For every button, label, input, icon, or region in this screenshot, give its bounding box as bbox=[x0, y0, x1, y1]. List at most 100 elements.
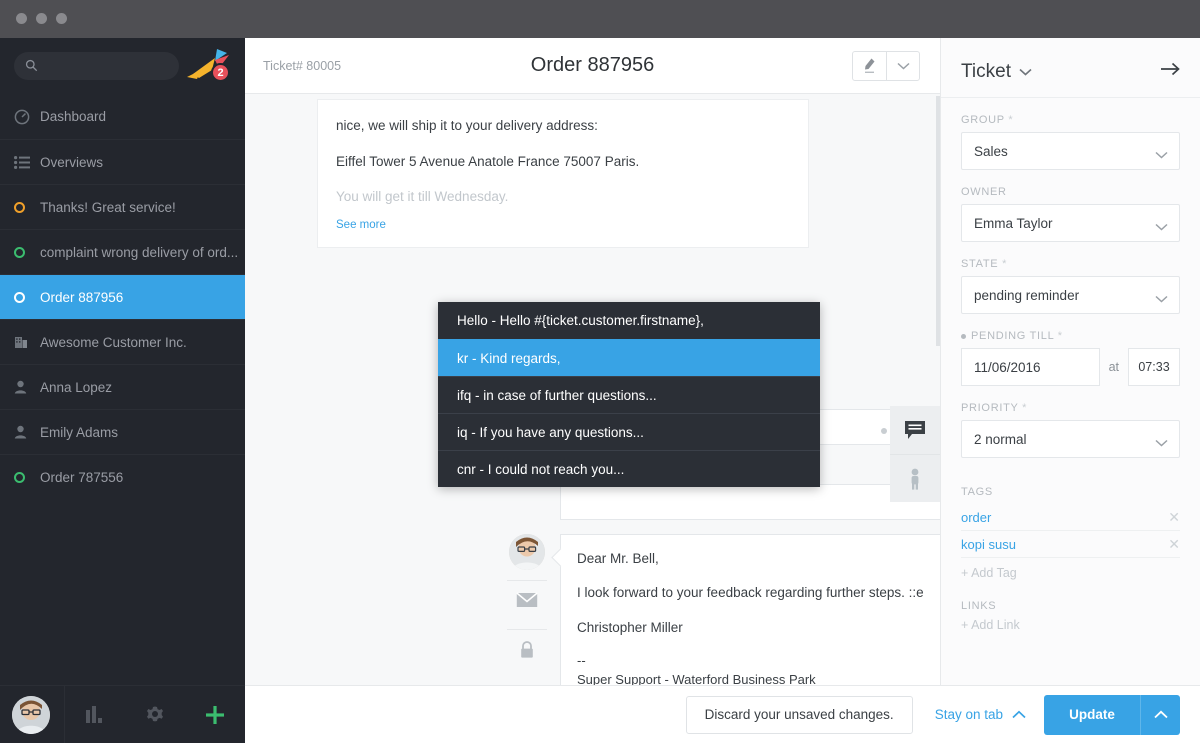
pending-till-time-input[interactable]: 07:33 bbox=[1128, 348, 1180, 386]
owner-value: Emma Taylor bbox=[974, 215, 1053, 231]
sidebar-item-user-anna-lopez[interactable]: Anna Lopez bbox=[0, 364, 245, 409]
discard-changes-button[interactable]: Discard your unsaved changes. bbox=[685, 695, 913, 734]
lock-icon[interactable] bbox=[507, 630, 547, 668]
avatar-photo bbox=[12, 695, 50, 734]
avatar[interactable] bbox=[12, 695, 50, 734]
priority-label-text: PRIORITY bbox=[961, 402, 1019, 414]
chevron-down-icon[interactable] bbox=[1019, 63, 1032, 81]
panel-body: GROUP * Sales OWNER Emma Taylor STATE * bbox=[941, 98, 1200, 632]
highlighter-icon[interactable] bbox=[853, 52, 886, 80]
article-bubble: nice, we will ship it to your delivery a… bbox=[317, 99, 809, 248]
chevron-up-icon bbox=[1012, 707, 1026, 722]
group-select[interactable]: Sales bbox=[961, 132, 1180, 170]
autocomplete-option-selected[interactable]: kr - Kind regards, bbox=[438, 339, 820, 376]
close-icon[interactable]: ✕ bbox=[1168, 509, 1180, 526]
notification-badge[interactable]: 2 bbox=[211, 63, 230, 82]
tag-label[interactable]: kopi susu bbox=[961, 537, 1016, 552]
unsaved-indicator-dot bbox=[881, 428, 887, 434]
left-sidebar: 2 Dashboard Overviews Thanks! Great serv… bbox=[0, 38, 245, 743]
stay-on-tab-label: Stay on tab bbox=[934, 707, 1003, 722]
pending-till-row: 11/06/2016 at 07:33 bbox=[961, 348, 1180, 386]
chevron-down-icon bbox=[1155, 291, 1168, 306]
autocomplete-option[interactable]: Hello - Hello #{ticket.customer.firstnam… bbox=[438, 302, 820, 339]
panel-header: Ticket bbox=[941, 46, 1200, 98]
ticket-header: Ticket# 80005 Order 887956 bbox=[245, 38, 940, 94]
tag-label[interactable]: order bbox=[961, 510, 991, 525]
autocomplete-option[interactable]: cnr - I could not reach you... bbox=[438, 450, 820, 487]
changed-dot-icon bbox=[961, 333, 966, 339]
zammad-logo[interactable]: 2 bbox=[185, 46, 231, 86]
search-input[interactable] bbox=[14, 52, 179, 80]
stay-on-tab-button[interactable]: Stay on tab bbox=[935, 707, 1026, 722]
add-tag-button[interactable]: + Add Tag bbox=[961, 566, 1180, 580]
ticket-state-icon bbox=[14, 471, 40, 483]
window-controls[interactable] bbox=[16, 13, 67, 24]
sidebar-item-organization-awesome-customer[interactable]: Awesome Customer Inc. bbox=[0, 319, 245, 364]
sidebar-item-label: complaint wrong delivery of ord... bbox=[40, 244, 239, 260]
plus-icon[interactable] bbox=[185, 704, 245, 726]
update-button-group: Update bbox=[1044, 694, 1180, 735]
ticket-state-icon bbox=[14, 201, 40, 213]
sidebar-item-label: Dashboard bbox=[40, 109, 107, 124]
autocomplete-option[interactable]: ifq - in case of further questions... bbox=[438, 376, 820, 413]
close-icon[interactable]: ✕ bbox=[1168, 536, 1180, 553]
organization-icon bbox=[14, 335, 40, 349]
window-close-dot[interactable] bbox=[16, 13, 27, 24]
sidebar-item-ticket-order-887956[interactable]: Order 887956 bbox=[0, 274, 245, 319]
article-line: Eiffel Tower 5 Avenue Anatole France 750… bbox=[336, 153, 640, 169]
autocomplete-option[interactable]: iq - If you have any questions... bbox=[438, 413, 820, 450]
ticket-action-bar: Discard your unsaved changes. Stay on ta… bbox=[245, 685, 1200, 743]
customer-tab-icon[interactable] bbox=[890, 454, 940, 502]
user-icon bbox=[14, 425, 40, 439]
reports-icon[interactable] bbox=[65, 706, 125, 723]
sidebar-item-dashboard[interactable]: Dashboard bbox=[0, 94, 245, 139]
group-label: GROUP * bbox=[961, 114, 1014, 126]
note-tab-icon[interactable] bbox=[890, 406, 940, 454]
group-label-text: GROUP bbox=[961, 114, 1005, 126]
sidebar-item-user-emily-adams[interactable]: Emily Adams bbox=[0, 409, 245, 454]
ticket-state-icon bbox=[14, 246, 40, 258]
ticket-state-icon bbox=[14, 291, 40, 303]
tag-item[interactable]: kopi susu ✕ bbox=[961, 531, 1180, 558]
arrow-right-icon[interactable] bbox=[1160, 62, 1180, 81]
priority-label: PRIORITY * bbox=[961, 402, 1028, 414]
chevron-down-icon bbox=[1155, 435, 1168, 450]
sidebar-item-ticket-complaint[interactable]: complaint wrong delivery of ord... bbox=[0, 229, 245, 274]
sidebar-item-ticket-order-787556[interactable]: Order 787556 bbox=[0, 454, 245, 499]
owner-label: OWNER bbox=[961, 186, 1180, 198]
chevron-down-icon bbox=[1155, 219, 1168, 234]
see-more-link[interactable]: See more bbox=[336, 219, 386, 231]
window-minimize-dot[interactable] bbox=[36, 13, 47, 24]
window-titlebar bbox=[0, 0, 1200, 38]
chevron-up-icon bbox=[1153, 710, 1168, 719]
owner-select[interactable]: Emma Taylor bbox=[961, 204, 1180, 242]
pending-till-date-input[interactable]: 11/06/2016 bbox=[961, 348, 1100, 386]
tag-item[interactable]: order ✕ bbox=[961, 504, 1180, 531]
sidebar-item-ticket-thanks[interactable]: Thanks! Great service! bbox=[0, 184, 245, 229]
mail-icon[interactable] bbox=[507, 581, 547, 619]
pending-till-label: PENDING TILL * bbox=[961, 330, 1180, 342]
priority-select[interactable]: 2 normal bbox=[961, 420, 1180, 458]
update-button[interactable]: Update bbox=[1044, 695, 1140, 735]
sidebar-item-label: Order 887956 bbox=[40, 289, 124, 305]
sender-avatar[interactable] bbox=[509, 534, 545, 570]
app-window: 2 Dashboard Overviews Thanks! Great serv… bbox=[0, 0, 1200, 743]
sidebar-item-overviews[interactable]: Overviews bbox=[0, 139, 245, 184]
sender-avatar-photo bbox=[509, 534, 545, 570]
add-link-button[interactable]: + Add Link bbox=[961, 618, 1180, 632]
owner-label-text: OWNER bbox=[961, 186, 1007, 198]
state-label: STATE * bbox=[961, 258, 1008, 270]
sidebar-tab-strip bbox=[881, 406, 940, 502]
update-options-button[interactable] bbox=[1140, 694, 1180, 735]
chevron-down-icon[interactable] bbox=[886, 51, 919, 80]
sidebar-footer bbox=[0, 685, 245, 743]
sidebar-item-label: Thanks! Great service! bbox=[40, 199, 176, 215]
window-maximize-dot[interactable] bbox=[56, 13, 67, 24]
at-label: at bbox=[1108, 360, 1119, 374]
pending-till-label-text: PENDING TILL bbox=[971, 330, 1054, 342]
state-select[interactable]: pending reminder bbox=[961, 276, 1180, 314]
header-actions bbox=[852, 50, 920, 81]
gear-icon[interactable] bbox=[125, 705, 185, 725]
text-module-autocomplete[interactable]: Hello - Hello #{ticket.customer.firstnam… bbox=[438, 302, 820, 487]
page-title: Order 887956 bbox=[530, 54, 655, 76]
